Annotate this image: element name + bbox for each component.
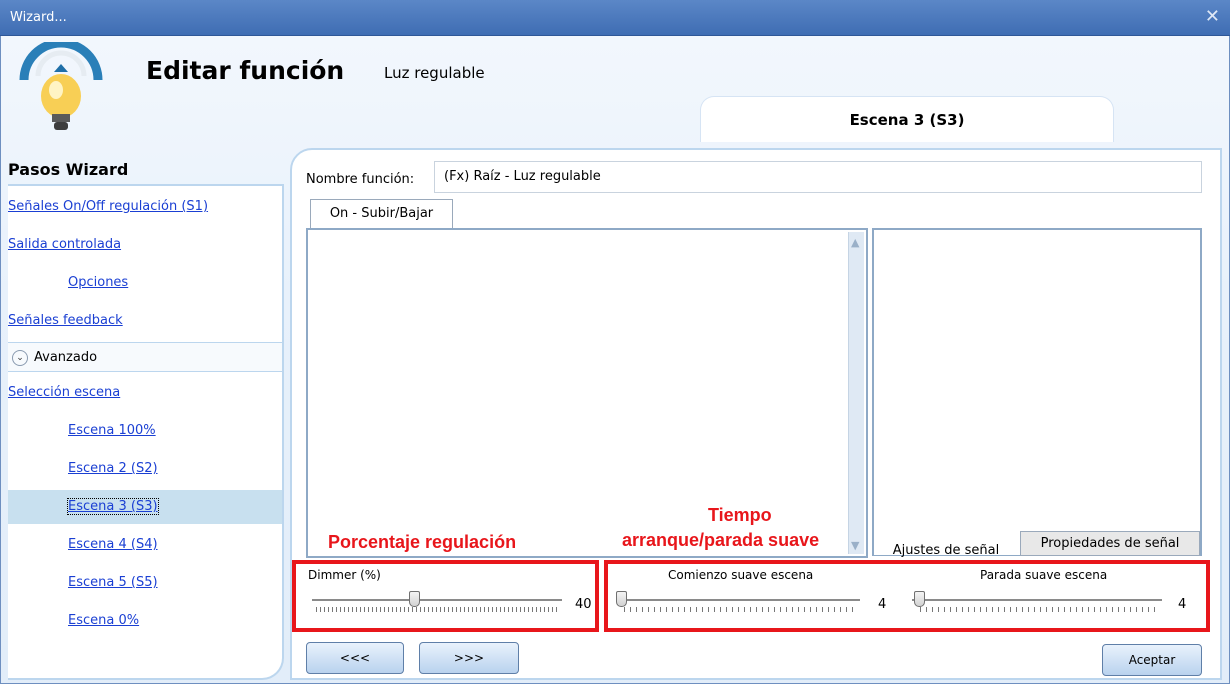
dimmer-value: 40 xyxy=(575,597,592,612)
soft-start-thumb[interactable] xyxy=(616,591,627,607)
soft-stop-value: 4 xyxy=(1178,597,1187,612)
accept-button[interactable]: Aceptar xyxy=(1102,644,1202,676)
avanzado-label: Avanzado xyxy=(34,350,98,365)
function-name-field[interactable]: (Fx) Raíz - Luz regulable xyxy=(434,161,1202,193)
close-icon[interactable]: ✕ xyxy=(1205,6,1220,27)
soft-stop-label: Parada suave escena xyxy=(980,568,1108,582)
soft-start-ticks xyxy=(624,607,856,612)
soft-stop-ticks xyxy=(920,607,1158,612)
sidebar: Señales On/Off regulación (S1) Salida co… xyxy=(8,184,284,680)
dimmer-ticks xyxy=(316,607,558,612)
next-button[interactable]: >>> xyxy=(419,642,519,674)
dimmer-thumb[interactable] xyxy=(408,591,420,607)
sidebar-section-avanzado[interactable]: ⌄ Avanzado xyxy=(8,342,282,372)
scroll-down-icon[interactable]: ▼ xyxy=(851,539,859,552)
dimmer-track xyxy=(312,599,562,601)
tab-escena-3[interactable]: Escena 3 (S3) xyxy=(700,96,1114,142)
signal-list-area[interactable] xyxy=(306,228,868,558)
soft-start-value: 4 xyxy=(878,597,887,612)
sidebar-item-seleccion-escena[interactable]: Selección escena xyxy=(8,376,282,410)
scroll-up-icon[interactable]: ▲ xyxy=(851,236,859,249)
function-name-label: Nombre función: xyxy=(306,172,415,187)
sidebar-item-senales-onoff[interactable]: Señales On/Off regulación (S1) xyxy=(8,190,282,224)
window-title: Wizard... xyxy=(10,10,67,25)
annotation-arranque-parada: arranque/parada suave xyxy=(622,530,820,550)
sidebar-title: Pasos Wizard xyxy=(8,160,129,179)
prev-button[interactable]: <<< xyxy=(306,642,404,674)
title-bar: Wizard... ✕ xyxy=(0,0,1230,36)
soft-start-track xyxy=(618,599,860,601)
sidebar-item-escena-100[interactable]: Escena 100% xyxy=(8,414,282,448)
dimmer-label: Dimmer (%) xyxy=(308,568,381,582)
page-subtitle: Luz regulable xyxy=(384,64,485,82)
signal-settings-area[interactable] xyxy=(872,228,1202,556)
page-title: Editar función xyxy=(146,56,345,85)
sidebar-item-opciones[interactable]: Opciones xyxy=(8,266,282,300)
annotation-tiempo: Tiempo xyxy=(708,505,772,525)
tab-escena-3-label: Escena 3 (S3) xyxy=(849,111,965,129)
sidebar-item-salida-controlada[interactable]: Salida controlada xyxy=(8,228,282,262)
tab-propiedades-senal[interactable]: Propiedades de señal xyxy=(1020,531,1200,556)
chevron-down-icon[interactable]: ⌄ xyxy=(12,350,28,366)
sidebar-item-escena-2[interactable]: Escena 2 (S2) xyxy=(8,452,282,486)
sidebar-item-escena-0[interactable]: Escena 0% xyxy=(8,604,282,638)
lightbulb-icon xyxy=(19,42,103,130)
soft-start-label: Comienzo suave escena xyxy=(668,568,814,582)
vertical-scrollbar[interactable]: ▲ ▼ xyxy=(848,232,864,554)
sidebar-item-escena-4[interactable]: Escena 4 (S4) xyxy=(8,528,282,562)
soft-stop-thumb[interactable] xyxy=(914,591,925,607)
sidebar-item-escena-3[interactable]: Escena 3 (S3) xyxy=(8,490,282,524)
sidebar-item-escena-5[interactable]: Escena 5 (S5) xyxy=(8,566,282,600)
sidebar-item-escena-3-label: Escena 3 (S3) xyxy=(67,498,159,515)
soft-stop-track xyxy=(912,599,1162,601)
annotation-porcentaje: Porcentaje regulación xyxy=(328,532,517,552)
tab-on-subir-bajar[interactable]: On - Subir/Bajar xyxy=(310,199,453,228)
sidebar-item-senales-feedback[interactable]: Señales feedback xyxy=(8,304,282,338)
